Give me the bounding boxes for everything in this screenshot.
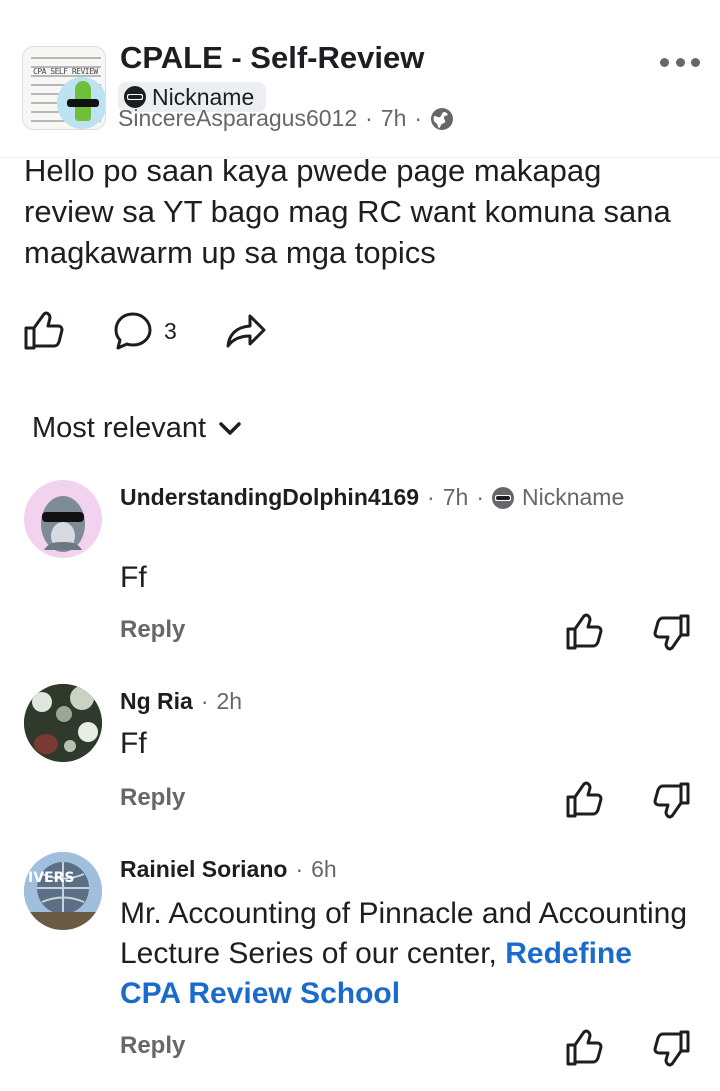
avatar-caption: CPA SELF REVIEW <box>33 67 98 76</box>
thumbs-up-icon <box>24 311 64 350</box>
meta-separator: · <box>365 105 373 131</box>
like-button[interactable] <box>22 310 64 352</box>
comment-text: Ff <box>120 561 147 594</box>
globe-icon <box>431 107 454 130</box>
sunglasses-figure <box>67 99 99 107</box>
sunglasses-icon <box>491 486 514 509</box>
reply-button[interactable]: Reply <box>120 616 185 644</box>
comment-time: 2h <box>216 688 243 714</box>
meta-separator: · <box>427 484 435 510</box>
thumbs-up-icon[interactable] <box>564 612 604 652</box>
post-header: CPA SELF REVIEW CPALE - Self-Review Nick… <box>0 0 720 158</box>
comment-author[interactable]: UnderstandingDolphin4169 <box>120 484 419 511</box>
comment-header: Rainiel Soriano · 6h <box>120 856 337 883</box>
comment-count: 3 <box>164 317 177 344</box>
comment-time: 6h <box>311 856 337 882</box>
post-meta: SincereAsparagus6012 · 7h · <box>118 105 454 132</box>
meta-separator: · <box>295 856 304 882</box>
post-time: 7h <box>380 105 407 131</box>
photo-avatar-icon <box>24 684 102 762</box>
thumbs-down-icon[interactable] <box>652 780 692 820</box>
thumbs-up-icon[interactable] <box>564 1028 604 1068</box>
comment-bubble-icon <box>114 312 152 350</box>
reply-button[interactable]: Reply <box>120 1032 185 1060</box>
comment-text: Mr. Accounting of Pinnacle and Accountin… <box>120 894 700 1014</box>
post-body: Hello po saan kaya pwede page makapag re… <box>24 153 671 270</box>
chevron-down-icon <box>219 421 241 435</box>
comment-text: Ff <box>120 727 147 760</box>
meta-separator: · <box>476 484 484 510</box>
comment-header: Ng Ria · 2h <box>120 688 242 715</box>
comment-author[interactable]: Rainiel Soriano <box>120 856 287 883</box>
sort-dropdown[interactable]: Most relevant <box>32 412 244 445</box>
dot <box>691 57 700 67</box>
meta-separator: · <box>414 105 423 131</box>
nickname-label: Nickname <box>521 484 625 510</box>
comment-time: 7h <box>442 484 469 510</box>
avatar[interactable] <box>24 684 102 762</box>
share-button[interactable] <box>224 310 268 352</box>
more-options-icon[interactable] <box>660 48 700 76</box>
avatar-caption: IVERS <box>28 870 74 886</box>
dot <box>660 57 669 67</box>
reply-button[interactable]: Reply <box>120 784 185 812</box>
thumbs-up-icon[interactable] <box>564 780 604 820</box>
post-author[interactable]: SincereAsparagus6012 <box>118 105 357 132</box>
comment-button[interactable]: 3 <box>112 310 177 352</box>
thumbs-down-icon[interactable] <box>652 1028 692 1068</box>
comment-header: UnderstandingDolphin4169 · 7h · Nickname <box>120 484 624 511</box>
sort-label: Most relevant <box>32 412 207 444</box>
avatar[interactable]: IVERS <box>24 852 102 930</box>
group-title[interactable]: CPALE - Self-Review <box>120 40 424 76</box>
meta-separator: · <box>200 688 209 714</box>
comment-author[interactable]: Ng Ria <box>120 688 193 715</box>
post-action-bar: 3 <box>0 310 720 360</box>
thumbs-down-icon[interactable] <box>652 612 692 652</box>
dot <box>675 57 685 67</box>
group-avatar[interactable]: CPA SELF REVIEW <box>22 46 106 130</box>
share-arrow-icon <box>226 314 266 348</box>
globe-landmark-avatar-icon: IVERS <box>24 852 102 930</box>
avatar[interactable] <box>24 480 102 558</box>
dolphin-avatar-icon <box>41 496 85 552</box>
